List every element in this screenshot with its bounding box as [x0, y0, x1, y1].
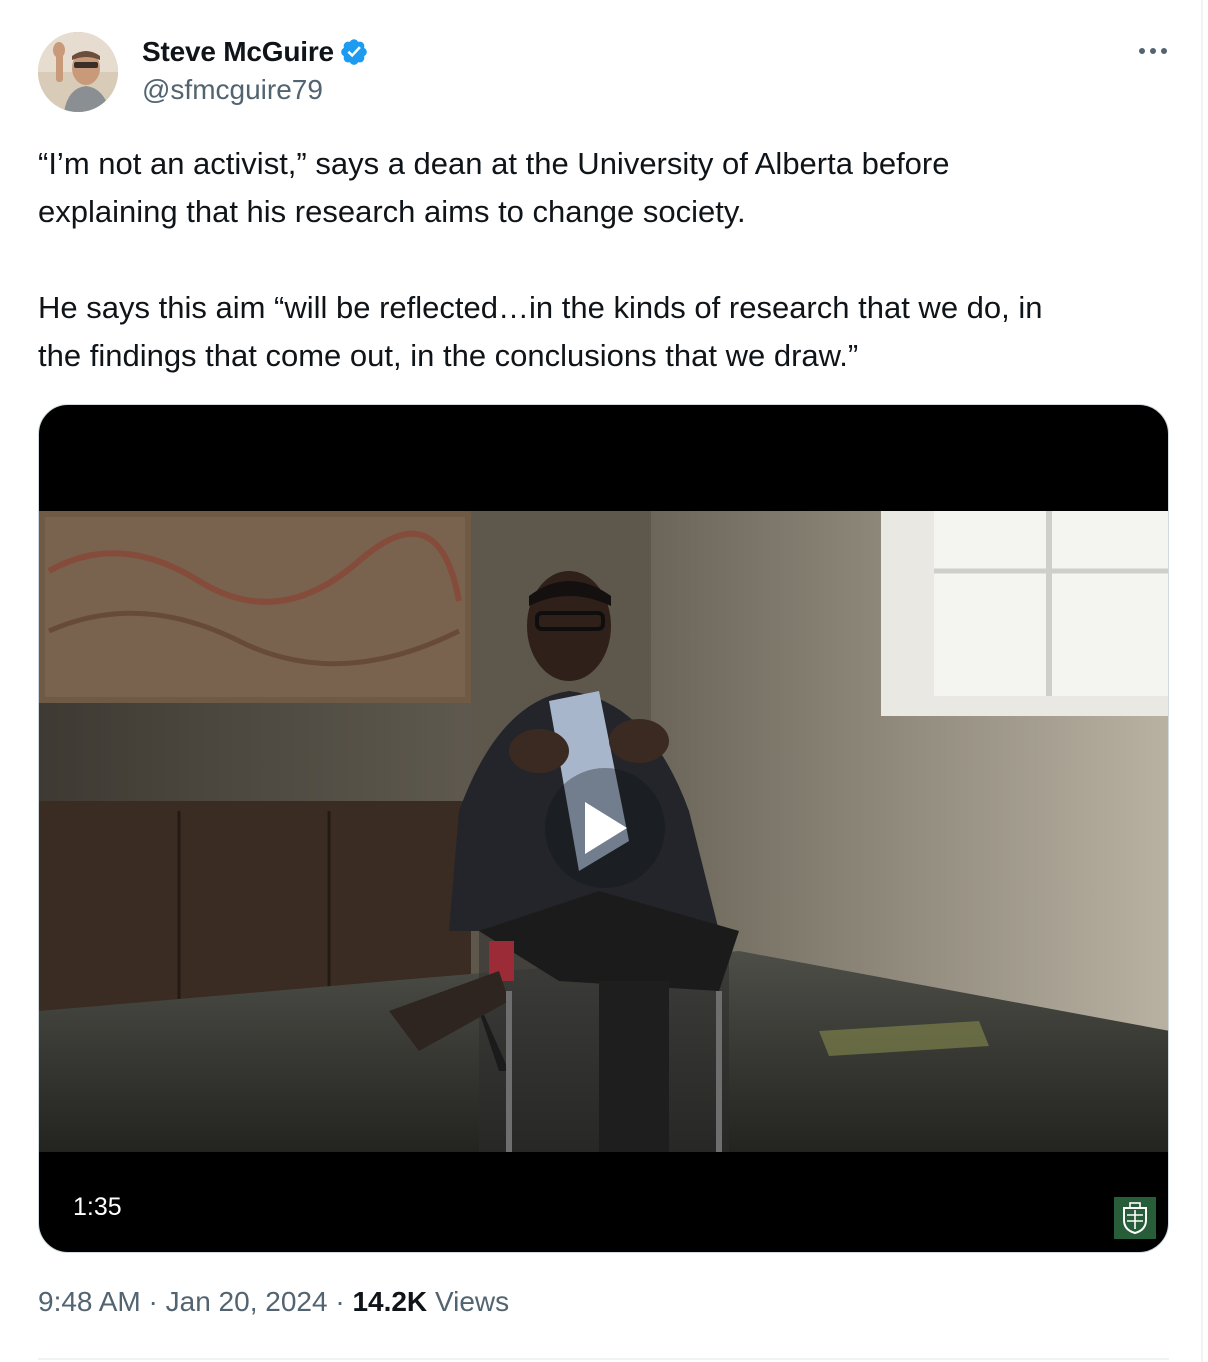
verified-badge-icon[interactable] [339, 37, 369, 67]
tweet-line: He says this aim “will be reflected…in t… [38, 290, 1043, 325]
more-options-button[interactable] [1126, 34, 1180, 68]
video-player[interactable]: 1:35 [38, 404, 1169, 1253]
avatar-photo [38, 32, 118, 112]
tweet-line: “I’m not an activist,” says a dean at th… [38, 146, 950, 181]
meta-separator: · [335, 1286, 345, 1317]
more-horizontal-icon [1139, 48, 1167, 54]
views-count[interactable]: 14.2K [352, 1286, 427, 1317]
university-of-alberta-logo [1114, 1197, 1156, 1239]
tweet-text: “I’m not an activist,” says a dean at th… [38, 140, 1178, 380]
tweet-date[interactable]: Jan 20, 2024 [166, 1286, 328, 1317]
author-display-name[interactable]: Steve McGuire [142, 36, 334, 68]
author-avatar[interactable] [38, 32, 118, 112]
tweet-line: explaining that his research aims to cha… [38, 194, 746, 229]
tweet-card: Steve McGuire @sfmcguire79 “I’m not an a… [0, 0, 1203, 1362]
views-label: Views [434, 1286, 510, 1317]
video-duration: 1:35 [73, 1193, 122, 1221]
play-button[interactable] [545, 768, 665, 888]
play-icon [585, 802, 627, 854]
meta-separator: · [148, 1286, 158, 1317]
author-handle[interactable]: @sfmcguire79 [142, 74, 323, 106]
tweet-meta: 9:48 AM · Jan 20, 2024 · 14.2K Views [38, 1286, 509, 1318]
tweet-line: the findings that come out, in the concl… [38, 338, 859, 373]
tweet-time[interactable]: 9:48 AM [38, 1286, 141, 1317]
author-name-row: Steve McGuire [142, 32, 369, 72]
divider [38, 1358, 1169, 1360]
crest-icon [1123, 1202, 1147, 1234]
